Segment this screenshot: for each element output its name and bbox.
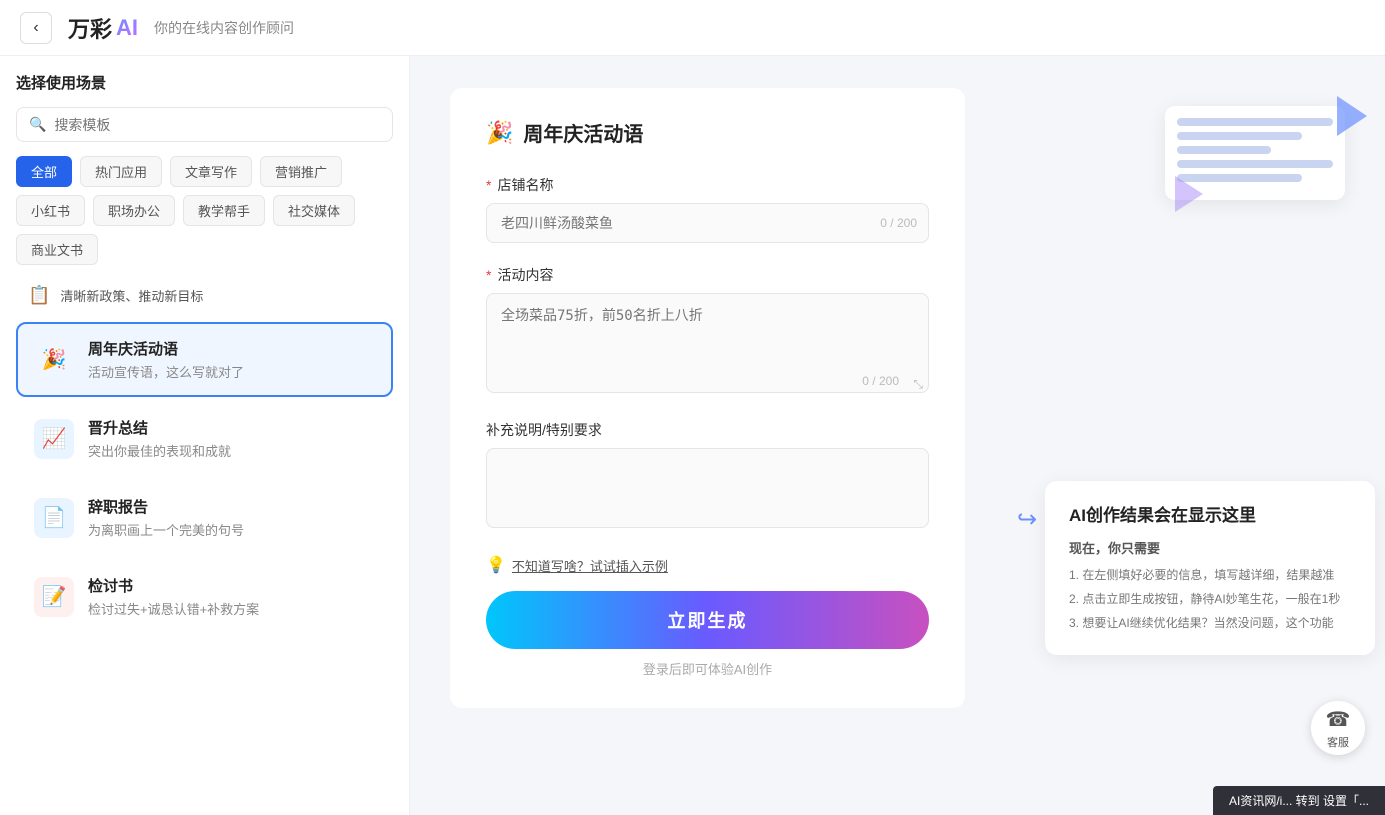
- sidebar-title: 选择使用场景: [16, 72, 393, 93]
- header: ‹ 万彩 AI 你的在线内容创作顾问: [0, 0, 1385, 56]
- main-layout: 选择使用场景 🔍 全部 热门应用 文章写作 营销推广 小红书 职场办公 教学帮手…: [0, 56, 1385, 815]
- tag-all[interactable]: 全部: [16, 156, 72, 187]
- tag-marketing[interactable]: 营销推广: [260, 156, 342, 187]
- promotion-content: 晋升总结 突出你最佳的表现和成就: [88, 417, 375, 460]
- hint-icon: 💡: [486, 555, 506, 575]
- resignation-content: 辞职报告 为离职画上一个完美的句号: [88, 496, 375, 539]
- ai-steps: 1. 在左侧填好必要的信息，填写越详细，结果越准 2. 点击立即生成按钮，静待A…: [1069, 563, 1351, 635]
- required-marker-1: *: [486, 177, 491, 193]
- tag-teaching[interactable]: 教学帮手: [183, 195, 265, 226]
- tag-article[interactable]: 文章写作: [170, 156, 252, 187]
- ai-result-box: ↩ AI创作结果会在显示这里 现在，你只需要 1. 在左侧填好必要的信息，填写越…: [1045, 481, 1375, 655]
- supplement-textarea[interactable]: [486, 448, 929, 528]
- anniversary-title: 周年庆活动语: [88, 338, 375, 359]
- anniversary-desc: 活动宣传语，这么写就对了: [88, 362, 375, 381]
- back-button[interactable]: ‹: [20, 12, 52, 44]
- list-item-anniversary[interactable]: 🎉 周年庆活动语 活动宣传语，这么写就对了: [16, 322, 393, 397]
- shop-name-wrapper: 0 / 200: [486, 203, 929, 243]
- resignation-desc: 为离职画上一个完美的句号: [88, 520, 375, 539]
- activity-group: * 活动内容 0 / 200 ⤡: [486, 265, 929, 398]
- step-2: 2. 点击立即生成按钮，静待AI妙笔生花，一般在1秒: [1069, 587, 1351, 611]
- generate-button[interactable]: 立即生成: [486, 591, 929, 649]
- generate-hint: 登录后即可体验AI创作: [486, 659, 929, 678]
- list-item-review[interactable]: 📝 检讨书 检讨过失+诚恳认错+补救方案: [16, 559, 393, 634]
- hint-row: 💡 不知道写啥？试试插入示例: [486, 555, 929, 575]
- resignation-icon: 📄: [34, 498, 74, 538]
- content-area: 🎉 周年庆活动语 * 店铺名称 0 / 200 * 活动内容: [410, 56, 1005, 815]
- hint-text: 不知道写啥？试试插入示例: [512, 556, 668, 575]
- cs-icon: ☎: [1326, 707, 1351, 732]
- shop-name-group: * 店铺名称 0 / 200: [486, 175, 929, 243]
- review-content: 检讨书 检讨过失+诚恳认错+补救方案: [88, 575, 375, 618]
- shop-name-char-count: 0 / 200: [880, 216, 917, 230]
- tag-hot[interactable]: 热门应用: [80, 156, 162, 187]
- form-title: 周年庆活动语: [523, 118, 643, 147]
- logo-ai: AI: [116, 15, 138, 41]
- bottom-banner: AI资讯网/i... 转到 设置「...: [1213, 786, 1385, 815]
- list-item-resignation[interactable]: 📄 辞职报告 为离职画上一个完美的句号: [16, 480, 393, 555]
- tag-office[interactable]: 职场办公: [93, 195, 175, 226]
- search-box[interactable]: 🔍: [16, 107, 393, 142]
- activity-char-count: 0 / 200: [862, 374, 899, 388]
- shop-name-input[interactable]: [486, 203, 929, 243]
- supplement-group: 补充说明/特别要求: [486, 420, 929, 533]
- logo: 万彩 AI: [68, 12, 138, 44]
- anniversary-icon: 🎉: [34, 340, 74, 380]
- review-desc: 检讨过失+诚恳认错+补救方案: [88, 599, 375, 618]
- tag-business[interactable]: 商业文书: [16, 234, 98, 265]
- sidebar: 选择使用场景 🔍 全部 热门应用 文章写作 营销推广 小红书 职场办公 教学帮手…: [0, 56, 410, 815]
- review-title: 检讨书: [88, 575, 375, 596]
- ai-result-subtitle: 现在，你只需要: [1069, 538, 1351, 557]
- promotion-desc: 突出你最佳的表现和成就: [88, 441, 375, 460]
- resize-handle: ⤡: [913, 377, 923, 392]
- tags-row: 全部 热门应用 文章写作 营销推广 小红书 职场办公 教学帮手 社交媒体 商业文…: [16, 156, 393, 265]
- form-header: 🎉 周年庆活动语: [486, 118, 929, 147]
- list-item-promotion[interactable]: 📈 晋升总结 突出你最佳的表现和成就: [16, 401, 393, 476]
- banner-icon: 📋: [28, 285, 50, 306]
- cs-label: 客服: [1327, 734, 1349, 750]
- review-icon: 📝: [34, 577, 74, 617]
- promotion-icon: 📈: [34, 419, 74, 459]
- banner-text: 清晰新政策、推动新目标: [60, 286, 203, 305]
- search-icon: 🔍: [29, 116, 46, 133]
- supplement-label: 补充说明/特别要求: [486, 420, 929, 440]
- anniversary-content: 周年庆活动语 活动宣传语，这么写就对了: [88, 338, 375, 381]
- right-panel: ↩ AI创作结果会在显示这里 现在，你只需要 1. 在左侧填好必要的信息，填写越…: [1005, 56, 1385, 815]
- back-icon: ‹: [33, 19, 38, 37]
- activity-wrapper: 0 / 200 ⤡: [486, 293, 929, 398]
- banner-item[interactable]: 📋 清晰新政策、推动新目标: [16, 275, 393, 316]
- triangle-decoration: [1337, 96, 1367, 136]
- promotion-title: 晋升总结: [88, 417, 375, 438]
- resignation-title: 辞职报告: [88, 496, 375, 517]
- header-subtitle: 你的在线内容创作顾问: [154, 18, 294, 38]
- ai-result-title: AI创作结果会在显示这里: [1069, 501, 1351, 526]
- step-1: 1. 在左侧填好必要的信息，填写越详细，结果越准: [1069, 563, 1351, 587]
- hint-link[interactable]: 不知道写啥？试试插入示例: [512, 559, 668, 574]
- arrow-icon: ↩: [1017, 505, 1037, 534]
- tag-xiaohongshu[interactable]: 小红书: [16, 195, 85, 226]
- step-3: 3. 想要让AI继续优化结果？当然没问题，这个功能: [1069, 611, 1351, 635]
- form-header-icon: 🎉: [486, 120, 513, 146]
- customer-service-button[interactable]: ☎ 客服: [1311, 701, 1365, 755]
- list-items: 🎉 周年庆活动语 活动宣传语，这么写就对了 📈 晋升总结 突出你最佳的表现和成就…: [16, 322, 393, 634]
- illustration: [1165, 106, 1345, 200]
- form-card: 🎉 周年庆活动语 * 店铺名称 0 / 200 * 活动内容: [450, 88, 965, 708]
- logo-text: 万彩: [68, 12, 112, 44]
- activity-label: * 活动内容: [486, 265, 929, 285]
- search-input[interactable]: [54, 117, 380, 133]
- shop-name-label: * 店铺名称: [486, 175, 929, 195]
- triangle-decoration-2: [1175, 176, 1203, 212]
- tag-social[interactable]: 社交媒体: [273, 195, 355, 226]
- bottom-banner-text: AI资讯网/i... 转到 设置「...: [1229, 794, 1369, 808]
- required-marker-2: *: [486, 267, 491, 283]
